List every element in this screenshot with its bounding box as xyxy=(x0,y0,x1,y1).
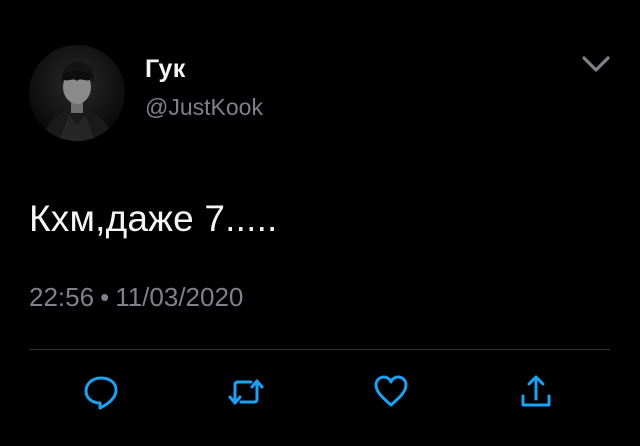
meta-separator: • xyxy=(100,282,110,312)
avatar[interactable] xyxy=(29,45,125,141)
chevron-down-icon[interactable] xyxy=(578,48,614,80)
share-icon xyxy=(521,375,551,407)
reply-button[interactable] xyxy=(81,372,121,412)
tweet-date[interactable]: 11/03/2020 xyxy=(115,282,243,312)
reply-icon xyxy=(84,376,118,410)
author-display-name[interactable]: Гук xyxy=(145,55,186,84)
like-icon xyxy=(374,375,408,407)
tweet-meta: 22:56 • 11/03/2020 xyxy=(29,282,243,313)
retweet-button[interactable] xyxy=(226,372,266,412)
divider xyxy=(29,349,610,350)
author-handle[interactable]: @JustKook xyxy=(145,94,263,121)
retweet-icon xyxy=(228,379,264,405)
like-button[interactable] xyxy=(371,372,411,412)
tweet-time[interactable]: 22:56 xyxy=(29,282,94,312)
tweet-text: Кхм,даже 7..... xyxy=(29,198,278,239)
share-button[interactable] xyxy=(516,372,556,412)
